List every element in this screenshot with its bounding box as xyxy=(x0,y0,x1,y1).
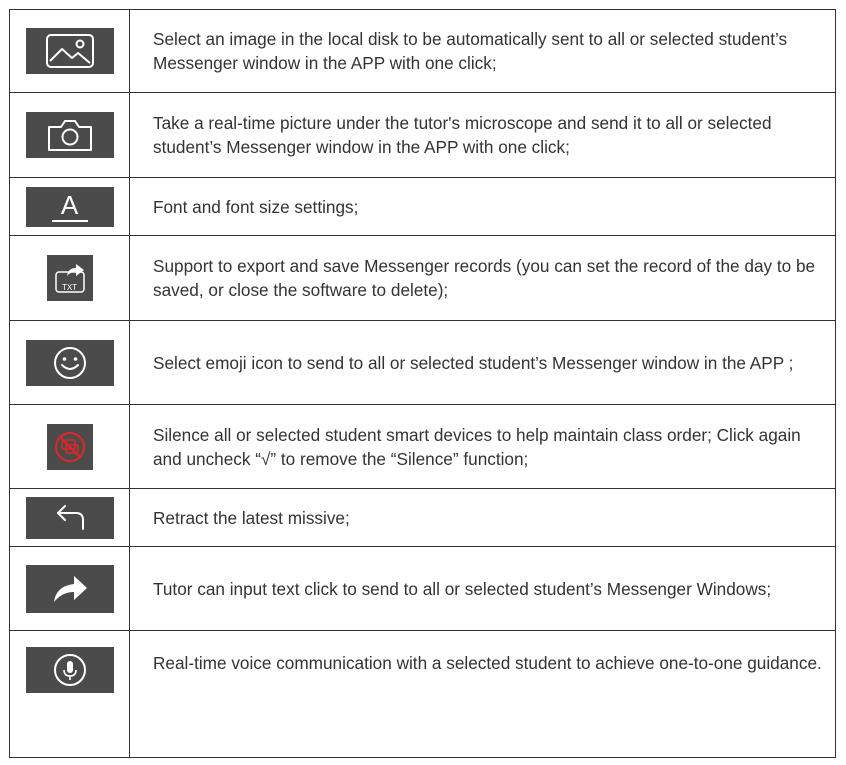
table-row: Retract the latest missive; xyxy=(10,489,835,547)
table-row: Silence all or selected student smart de… xyxy=(10,405,835,489)
row-description: Font and font size settings; xyxy=(153,196,359,217)
icon-cell xyxy=(10,321,130,404)
row-description: Silence all or selected student smart de… xyxy=(153,424,801,469)
row-description: Select an image in the local disk to be … xyxy=(153,29,788,73)
row-description: Real-time voice communication with a sel… xyxy=(153,653,822,673)
table-row: Select an image in the local disk to be … xyxy=(10,10,835,93)
retract-icon xyxy=(25,496,114,539)
silence-icon xyxy=(46,423,93,470)
emoji-icon xyxy=(25,339,114,386)
font-icon-letter: A xyxy=(60,189,79,220)
icon-cell: A xyxy=(10,178,130,235)
image-icon xyxy=(25,28,114,74)
export-txt-label: TXT xyxy=(61,283,78,292)
icon-cell xyxy=(10,547,130,630)
export-txt-icon: TXT xyxy=(46,255,93,301)
send-icon xyxy=(25,564,114,613)
camera-icon xyxy=(25,112,114,158)
table-row: Take a real-time picture under the tutor… xyxy=(10,93,835,178)
table-row: Tutor can input text click to send to al… xyxy=(10,547,835,631)
row-description: Support to export and save Messenger rec… xyxy=(153,256,816,300)
row-description: Tutor can input text click to send to al… xyxy=(153,578,772,599)
icon-cell xyxy=(10,489,130,546)
microphone-icon xyxy=(25,647,114,693)
table-row: A Font and font size settings; xyxy=(10,178,835,236)
table-row: Select emoji icon to send to all or sele… xyxy=(10,321,835,405)
icon-cell: TXT xyxy=(10,236,130,320)
row-description: Retract the latest missive; xyxy=(153,507,350,528)
font-icon: A xyxy=(25,186,114,227)
icon-cell xyxy=(10,631,130,757)
icon-cell xyxy=(10,93,130,177)
row-description: Take a real-time picture under the tutor… xyxy=(153,113,772,157)
table-row: TXT Support to export and save Messenger… xyxy=(10,236,835,321)
icon-cell xyxy=(10,10,130,92)
icon-cell xyxy=(10,405,130,488)
row-description: Select emoji icon to send to all or sele… xyxy=(153,352,794,373)
table-row: Real-time voice communication with a sel… xyxy=(10,631,835,757)
feature-table: Select an image in the local disk to be … xyxy=(9,9,836,758)
